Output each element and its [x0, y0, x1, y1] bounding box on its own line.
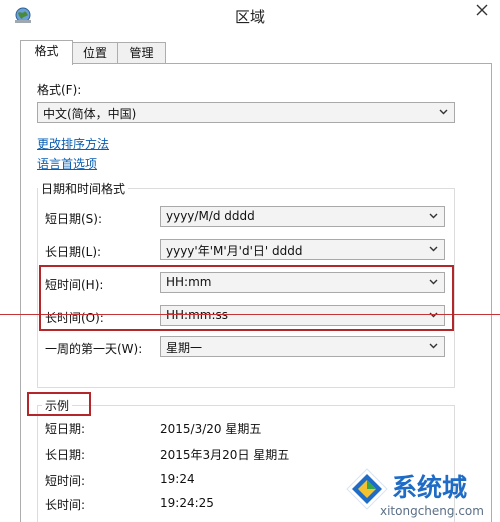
close-icon — [476, 4, 488, 16]
first-day-label: 一周的第一天(W): — [45, 342, 143, 356]
tab-admin[interactable]: 管理 — [117, 42, 166, 64]
datetime-group-title: 日期和时间格式 — [38, 180, 129, 197]
change-sort-link[interactable]: 更改排序方法 — [37, 135, 109, 152]
example-short-time-value: 19:24 — [160, 472, 195, 486]
short-time-select[interactable]: HH:mm — [160, 272, 445, 293]
example-short-date-value: 2015/3/20 星期五 — [160, 422, 262, 436]
long-time-select[interactable]: HH:mm:ss — [160, 305, 445, 326]
format-panel: 格式(F): 中文(简体，中国) 更改排序方法 语言首选项 日期和时间格式 短日… — [20, 63, 492, 522]
long-date-label: 长日期(L): — [45, 245, 102, 259]
tab-format[interactable]: 格式 — [20, 40, 73, 65]
long-date-value: yyyy'年'M'月'd'日' dddd — [166, 244, 303, 258]
format-select-value: 中文(简体，中国) — [43, 107, 137, 121]
region-dialog: 区域 格式 位置 管理 格式(F): 中文(简体，中国) 更改排序方法 语言首选… — [0, 0, 500, 522]
tab-location[interactable]: 位置 — [71, 42, 119, 64]
chevron-down-icon — [429, 213, 438, 219]
short-date-label: 短日期(S): — [45, 212, 103, 226]
watermark-text: 系统城 — [392, 473, 468, 502]
format-select[interactable]: 中文(简体，中国) — [37, 102, 455, 123]
short-date-value: yyyy/M/d dddd — [166, 209, 255, 223]
format-label: 格式(F): — [37, 83, 82, 97]
example-short-date-label: 短日期: — [45, 422, 86, 436]
example-short-time-label: 短时间: — [45, 474, 86, 488]
chevron-down-icon — [429, 279, 438, 285]
first-day-value: 星期一 — [166, 341, 203, 355]
window-title: 区域 — [234, 8, 265, 26]
long-time-value: HH:mm:ss — [166, 308, 229, 322]
short-date-select[interactable]: yyyy/M/d dddd — [160, 206, 445, 227]
chevron-down-icon — [439, 109, 448, 115]
example-long-date-value: 2015年3月20日 星期五 — [160, 448, 290, 462]
watermark: 系统城 xitongcheng.com — [340, 462, 500, 522]
title-bar: 区域 — [0, 0, 500, 32]
first-day-select[interactable]: 星期一 — [160, 336, 445, 357]
long-time-label: 长时间(O): — [45, 311, 104, 325]
long-date-select[interactable]: yyyy'年'M'月'd'日' dddd — [160, 239, 445, 260]
chevron-down-icon — [429, 312, 438, 318]
chevron-down-icon — [429, 246, 438, 252]
examples-group-title: 示例 — [42, 397, 73, 414]
short-time-label: 短时间(H): — [45, 278, 104, 292]
short-time-value: HH:mm — [166, 275, 212, 289]
example-long-date-label: 长日期: — [45, 448, 86, 462]
example-long-time-label: 长时间: — [45, 498, 86, 512]
language-prefs-link[interactable]: 语言首选项 — [37, 155, 97, 172]
close-button[interactable] — [466, 0, 500, 20]
watermark-url: xitongcheng.com — [380, 504, 484, 518]
example-long-time-value: 19:24:25 — [160, 496, 214, 510]
chevron-down-icon — [429, 343, 438, 349]
